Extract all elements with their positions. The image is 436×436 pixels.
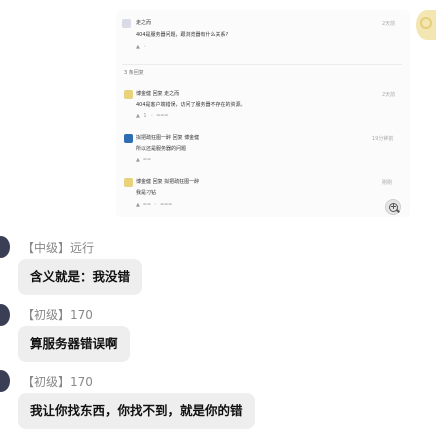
like-icon[interactable]: ▲ ══ <box>136 157 151 163</box>
top-comment-text: 404是服务器问题，跟浏览器有什么关系? <box>136 32 229 38</box>
reply-text: 404是客户端错误，访问了服务器不存在的资源。 <box>136 102 246 108</box>
reply-time: 刚刚 <box>382 180 393 186</box>
reply-avatar <box>124 178 133 187</box>
commenter-avatar <box>122 19 131 28</box>
divider <box>122 64 402 65</box>
reply-avatar <box>124 134 133 143</box>
reply-author-line: 博金健 回复 拟把疏狂图一醉 <box>136 179 200 185</box>
message-bubble[interactable]: 含义就是：我没错 <box>18 259 143 295</box>
like-icon[interactable]: ▲ ══ ◦ ═══ <box>136 202 173 208</box>
message-bubble[interactable]: 算服务器错误啊 <box>18 326 130 362</box>
message-sender: 【初级】170 <box>22 308 93 322</box>
avatar[interactable] <box>0 370 10 392</box>
like-icon[interactable]: ▲ ◦ <box>136 44 147 50</box>
reply-author-line: 博金健 回复 走之而 <box>136 91 180 97</box>
reply-time: 2天前 <box>382 92 396 98</box>
reply-author-line: 拟把疏狂图一醉 回复 博金健 <box>136 135 200 141</box>
avatar[interactable] <box>0 236 10 258</box>
reply-count: 3 条回复 <box>124 70 144 76</box>
embedded-comment-screenshot: 走之而 404是服务器问题，跟浏览器有什么关系? 2天前 ▲ ◦ 3 条回复 博… <box>116 10 410 217</box>
top-comment-author: 走之而 <box>136 20 152 26</box>
message-bubble[interactable]: 我让你找东西，你找不到，就是你的错 <box>18 393 255 429</box>
reply-avatar <box>124 90 133 99</box>
avatar[interactable] <box>0 304 10 326</box>
zoom-in-icon[interactable] <box>385 199 401 215</box>
top-comment-time: 2天前 <box>382 21 396 27</box>
message-sender: 【初级】170 <box>22 375 93 389</box>
reply-text: 我是刁钻 <box>136 190 157 196</box>
message-sender: 【中级】远行 <box>22 241 95 255</box>
avatar-icon[interactable] <box>416 10 436 40</box>
reply-text: 所以还是服务器的问题 <box>136 146 187 152</box>
reply-time: 19分钟前 <box>372 136 394 142</box>
like-icon[interactable]: ▲ 1 ◦ ═══ <box>136 113 169 119</box>
